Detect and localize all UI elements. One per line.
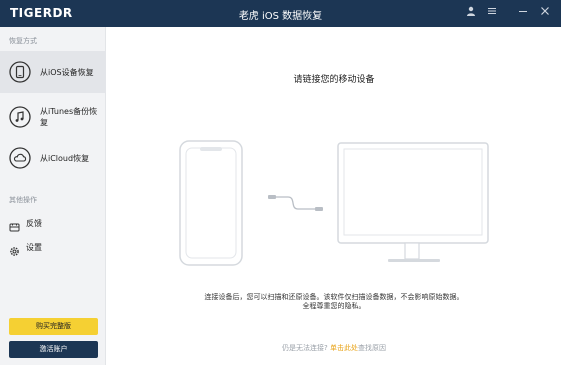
sidebar-item-label: 从iCloud恢复 [40, 154, 90, 163]
sidebar-item-icloud[interactable]: 从iCloud恢复 [0, 141, 106, 175]
sidebar-item-label: 设置 [26, 243, 42, 252]
menu-icon[interactable] [487, 6, 501, 20]
sidebar-item-label: 从iTunes备份恢复 [40, 107, 98, 127]
privacy-note: 全程尊重您的隐私。 [302, 302, 366, 310]
page-title: 请链接您的移动设备 [293, 75, 375, 85]
feedback-icon [9, 218, 20, 232]
sidebar-item-itunes-backup[interactable]: 从iTunes备份恢复 [0, 97, 106, 137]
gear-icon [9, 242, 20, 256]
buy-full-version-button[interactable]: 购买完整版 [9, 318, 98, 335]
sidebar-item-settings[interactable]: 设置 [0, 239, 106, 257]
phone-illustration [179, 140, 243, 266]
connection-help: 仍是无法连接? 单击此处查找原因 [107, 343, 561, 353]
help-suffix: 查找原因 [357, 344, 386, 352]
section-label-recover: 恢复方式 [9, 37, 37, 45]
help-link[interactable]: 单击此处 [330, 344, 358, 352]
sidebar-item-ios-device[interactable]: 从iOS设备恢复 [0, 51, 106, 93]
music-icon [9, 106, 31, 128]
device-connection-illustration [170, 135, 500, 274]
phone-icon [9, 61, 31, 83]
cable-illustration [268, 195, 323, 211]
sidebar: 恢复方式 从iOS设备恢复 从iTunes备份恢复 从iCloud恢复 其他操作… [0, 27, 106, 365]
help-prefix: 仍是无法连接? [282, 344, 328, 352]
section-label-other: 其他操作 [9, 196, 37, 204]
sidebar-item-label: 反馈 [26, 219, 42, 228]
close-icon[interactable] [540, 6, 554, 20]
sidebar-item-feedback[interactable]: 反馈 [0, 215, 106, 233]
activate-account-button[interactable]: 激活账户 [9, 341, 98, 358]
user-icon[interactable] [466, 6, 480, 20]
cloud-icon [9, 147, 31, 169]
minimize-icon[interactable] [518, 6, 532, 20]
monitor-illustration [337, 142, 489, 262]
title-bar: TIGERDR 老虎 iOS 数据恢复 [0, 0, 561, 27]
sidebar-item-label: 从iOS设备恢复 [40, 68, 94, 77]
